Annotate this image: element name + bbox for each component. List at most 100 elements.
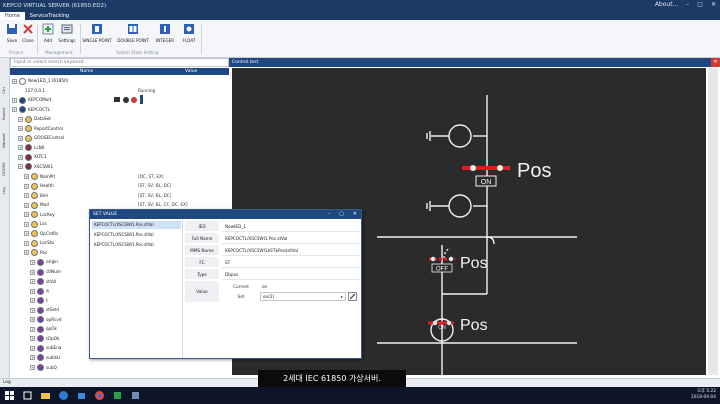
tree-row[interactable]: + LLN0 [10,143,229,153]
tree-row[interactable]: + GOOSEControl [10,133,229,143]
dialog-list-item[interactable]: KEPCOCTL/XSCSWI1.Pos.stVal [92,231,181,239]
tree-row-label: opRcvd [46,316,62,322]
expand-toggle-icon[interactable]: + [18,145,23,151]
expand-toggle-icon[interactable]: + [24,174,29,179]
search-input[interactable]: Input or select search keyword. [10,58,229,67]
set-value-select[interactable]: on(2) ▸ [260,292,346,301]
system-clock[interactable]: 오후 5:22 2018-04-04 [691,389,716,401]
tree-row[interactable]: + ReportControl [10,124,229,134]
expand-toggle-icon[interactable]: + [18,154,23,160]
tree-node-icon [37,316,44,324]
tree-row[interactable]: 127.0.0.1 Running [10,86,229,96]
tree-row[interactable]: + XLTC1 [10,152,229,162]
expand-toggle-icon[interactable]: + [24,250,29,256]
double-point-button[interactable]: DOUBLE POINT [117,23,149,43]
column-name-header[interactable]: Name [80,68,93,75]
tree-row[interactable]: + Beh [ST, SV, BL, DC] [10,191,229,201]
window-title: KEPCO VIRTUAL SERVER (61850.ED2) [3,2,107,9]
tree-row[interactable]: + New1ED_1 (61850) [10,76,229,86]
tree-row-label: LLN0 [34,144,45,150]
expand-toggle-icon[interactable]: + [24,240,29,246]
dialog-list-item[interactable]: KEPCOCTL/XSCSWI1.Pos.stVal [92,221,181,229]
tree-row-label: Health [40,183,54,189]
tree-row[interactable]: + KEPCOCTL [10,105,229,115]
tree-row[interactable]: + NamPlt [DC, ST, EX] [10,172,229,182]
tab-home[interactable]: Home [0,12,25,20]
float-button[interactable]: FLOAT [178,23,200,43]
tree-row[interactable]: + XSCSWI1 [10,162,229,172]
side-tab-log[interactable]: Log [1,180,9,194]
expand-toggle-icon[interactable]: + [30,288,35,294]
tree-row[interactable]: + subQ [10,363,229,373]
side-tab-ctrl[interactable]: Ctrl [1,80,9,94]
expand-toggle-icon[interactable]: + [12,97,17,103]
close-project-button[interactable]: Close [17,23,39,43]
expand-toggle-icon[interactable]: + [30,326,35,332]
expand-toggle-icon[interactable]: + [24,183,29,189]
switch-on-lower-label: Pos [460,317,488,334]
expand-toggle-icon[interactable]: + [30,298,35,304]
expand-toggle-icon[interactable]: + [30,307,35,313]
expand-toggle-icon[interactable]: + [30,279,35,285]
expand-toggle-icon[interactable]: + [24,193,29,199]
integer-button[interactable]: INTEGER [153,23,177,43]
expand-toggle-icon[interactable]: + [24,231,29,237]
expand-toggle-icon[interactable]: + [24,212,29,218]
tree-row[interactable]: + Health [ST, SV, BL, DC] [10,181,229,191]
switch-off-middle-tag: OFF [436,267,448,273]
expand-toggle-icon[interactable]: + [12,107,17,113]
tree-node-icon [31,249,38,257]
expand-toggle-icon[interactable]: + [30,269,35,275]
about-link[interactable]: About... [655,1,678,8]
windows-start-icon[interactable] [4,390,15,401]
chrome-icon[interactable] [94,390,105,401]
expand-toggle-icon[interactable]: + [12,78,17,84]
virtual-server-icon[interactable] [130,390,141,401]
double-point-label: DOUBLE POINT [117,38,149,43]
expand-toggle-icon[interactable]: + [30,259,35,265]
side-tab-report[interactable]: Report [1,98,9,120]
minimize-button[interactable]: – [686,1,689,8]
tree-row[interactable]: + DataSet [10,114,229,124]
float-label: FLOAT [182,38,196,43]
edge-browser-icon[interactable] [58,390,69,401]
vertical-scrollbar[interactable] [708,68,718,375]
app-icon[interactable] [112,390,123,401]
tree-row-label: stSeld [46,307,59,313]
expand-toggle-icon[interactable]: + [18,126,23,132]
expand-toggle-icon[interactable]: + [18,164,23,170]
tree-node-icon [25,125,32,133]
expand-toggle-icon[interactable]: + [24,221,29,227]
expand-toggle-icon[interactable]: + [30,355,35,361]
panel-close-button[interactable]: ✕ [711,58,720,67]
taskbar: 오후 5:22 2018-04-04 [0,387,720,404]
expand-toggle-icon[interactable]: + [30,365,35,370]
file-explorer-icon[interactable] [40,390,51,401]
dialog-maximize-button[interactable]: ▢ [339,210,344,219]
group-project-label: Project [9,50,24,55]
tree-row-label: DataSet [34,116,51,122]
expand-toggle-icon[interactable]: + [18,116,23,122]
side-tab-dataset[interactable]: Dataset [1,124,9,148]
tab-servicetracking[interactable]: ServiceTracking [25,12,74,20]
dialog-close-button[interactable]: ✕ [353,210,357,219]
expand-toggle-icon[interactable]: + [30,336,35,342]
expand-toggle-icon[interactable]: + [30,317,35,323]
dialog-list-item[interactable]: KEPCOCTL/XSCSWI1.Pos.stVal [92,241,181,249]
prop-label-value: Value [185,281,219,303]
expand-toggle-icon[interactable]: + [30,345,35,351]
edit-pencil-icon[interactable] [348,292,357,301]
expand-toggle-icon[interactable]: + [18,135,23,141]
expand-toggle-icon[interactable]: + [24,202,29,208]
close-button[interactable]: ✕ [711,1,716,8]
maximize-button[interactable]: ▢ [697,1,703,8]
task-view-icon[interactable] [22,390,33,401]
store-icon[interactable] [76,390,87,401]
side-tab-goose[interactable]: GOOSE [1,152,9,176]
single-point-icon [92,24,102,34]
column-value-header[interactable]: Value [185,68,197,75]
dialog-minimize-button[interactable]: – [328,210,331,219]
switch-off-middle-pin-right [448,256,454,262]
single-point-button[interactable]: SINGLE POINT [82,23,112,43]
settings-button[interactable]: Settings [56,23,78,43]
